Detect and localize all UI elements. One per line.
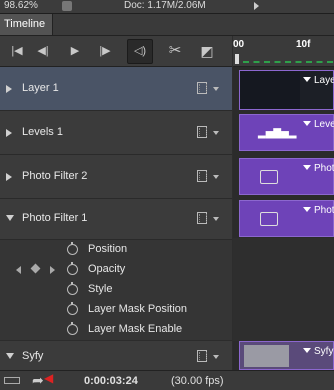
- status-bar: 98.62% Doc: 1.17M/2.06M: [0, 0, 334, 14]
- work-area-bar[interactable]: [243, 61, 333, 65]
- chevron-down-icon[interactable]: [303, 121, 311, 126]
- clip-label: Photo: [314, 163, 334, 174]
- photo-filter-icon: [260, 212, 278, 226]
- chevron-down-icon[interactable]: [303, 165, 311, 170]
- ruler-label-10f: 10f: [296, 39, 311, 50]
- stopwatch-icon[interactable]: [67, 302, 78, 315]
- current-timecode[interactable]: 0:00:03:24: [84, 375, 138, 387]
- film-icon[interactable]: [197, 170, 207, 182]
- expand-arrow-icon[interactable]: [6, 85, 12, 93]
- frame-animation-icon[interactable]: [4, 377, 20, 384]
- timeline-footer: ➦ ◀ 0:00:03:24 (30.00 fps): [0, 370, 334, 390]
- timeline-toolbar: |◀ ◀| ▶ |▶ ◁) ✂ ◩: [0, 36, 232, 67]
- first-frame-button[interactable]: |◀: [8, 42, 26, 60]
- film-icon[interactable]: [197, 82, 207, 94]
- doc-size: Doc: 1.17M/2.06M: [124, 0, 206, 11]
- property-row: Position: [0, 240, 232, 261]
- adjustment-clip[interactable]: Photo: [239, 158, 334, 195]
- clip-label: Leve: [314, 119, 334, 130]
- adjustment-clip[interactable]: ▂▅▇▅▂ Leve: [239, 114, 334, 151]
- clip-label: Syfy: [314, 346, 334, 357]
- render-video-icon[interactable]: ➦: [32, 372, 44, 389]
- property-row: Style: [0, 280, 232, 301]
- layer-label: Layer 1: [22, 82, 59, 94]
- property-row: Layer Mask Enable: [0, 320, 232, 341]
- expand-arrow-icon[interactable]: [6, 173, 12, 181]
- panel-tab-bar: Timeline: [0, 14, 334, 36]
- video-clip[interactable]: Laye: [239, 70, 334, 110]
- transition-button[interactable]: ◩: [198, 42, 216, 60]
- tab-timeline-label: Timeline: [4, 18, 46, 30]
- chevron-down-icon[interactable]: [213, 355, 219, 359]
- layer-label: Syfy: [22, 350, 44, 362]
- audio-button[interactable]: ◁): [127, 39, 153, 64]
- property-label: Style: [88, 283, 113, 295]
- property-label: Layer Mask Enable: [88, 323, 183, 335]
- previous-keyframe-icon[interactable]: [16, 266, 21, 274]
- expand-arrow-icon[interactable]: [6, 129, 12, 137]
- chevron-down-icon[interactable]: [303, 348, 311, 353]
- tab-timeline[interactable]: Timeline: [0, 14, 53, 35]
- stopwatch-icon[interactable]: [67, 242, 78, 255]
- clip-thumbnail: [244, 345, 289, 367]
- play-button[interactable]: ▶: [66, 42, 84, 60]
- film-icon[interactable]: [197, 350, 207, 362]
- layer-label: Photo Filter 1: [22, 212, 88, 224]
- photo-filter-icon: [260, 170, 278, 184]
- layer-row[interactable]: Syfy: [0, 341, 232, 371]
- property-row: Layer Mask Position: [0, 300, 232, 321]
- stopwatch-icon[interactable]: [67, 262, 78, 275]
- document-icon[interactable]: [62, 1, 72, 11]
- time-ruler[interactable]: 00 10f: [233, 36, 334, 67]
- previous-frame-button[interactable]: ◀|: [34, 42, 52, 60]
- layer-label: Photo Filter 2: [22, 170, 88, 182]
- layer-label: Levels 1: [22, 126, 63, 138]
- layer-row[interactable]: Layer 1: [0, 67, 232, 111]
- property-label: Opacity: [88, 263, 126, 275]
- chevron-down-icon[interactable]: [213, 175, 219, 179]
- collapse-arrow-icon[interactable]: [6, 215, 14, 221]
- next-keyframe-icon[interactable]: [50, 266, 55, 274]
- status-menu-arrow-icon[interactable]: [254, 2, 259, 10]
- layer-row[interactable]: Photo Filter 2: [0, 155, 232, 199]
- chevron-down-icon[interactable]: [303, 207, 311, 212]
- stopwatch-icon[interactable]: [67, 322, 78, 335]
- chevron-down-icon[interactable]: [213, 87, 219, 91]
- film-icon[interactable]: [197, 212, 207, 224]
- add-keyframe-icon[interactable]: [30, 263, 41, 274]
- film-icon[interactable]: [197, 126, 207, 138]
- frame-rate: (30.00 fps): [171, 375, 224, 387]
- annotation-arrow-icon: ◀: [44, 371, 54, 385]
- clip-thumbnail: [240, 71, 300, 109]
- playhead-handle[interactable]: [235, 54, 239, 64]
- property-label: Layer Mask Position: [88, 303, 188, 315]
- video-clip[interactable]: Syfy: [239, 341, 334, 370]
- clip-label: Laye: [314, 75, 334, 86]
- ruler-label-start: 00: [233, 39, 245, 50]
- layer-row[interactable]: Photo Filter 1: [0, 199, 232, 240]
- chevron-down-icon[interactable]: [213, 131, 219, 135]
- adjustment-clip[interactable]: Photo: [239, 200, 334, 237]
- levels-icon: ▂▅▇▅▂: [258, 128, 297, 139]
- collapse-arrow-icon[interactable]: [6, 353, 14, 359]
- chevron-down-icon[interactable]: [213, 217, 219, 221]
- split-button[interactable]: ✂: [166, 42, 184, 60]
- property-track-area[interactable]: [233, 238, 334, 341]
- next-frame-button[interactable]: |▶: [96, 42, 114, 60]
- property-row: Opacity: [0, 260, 232, 281]
- layer-row[interactable]: Levels 1: [0, 111, 232, 155]
- clip-label: Photo: [314, 205, 334, 216]
- property-label: Position: [88, 243, 128, 255]
- stopwatch-icon[interactable]: [67, 282, 78, 295]
- chevron-down-icon[interactable]: [303, 77, 311, 82]
- zoom-level[interactable]: 98.62%: [4, 0, 38, 11]
